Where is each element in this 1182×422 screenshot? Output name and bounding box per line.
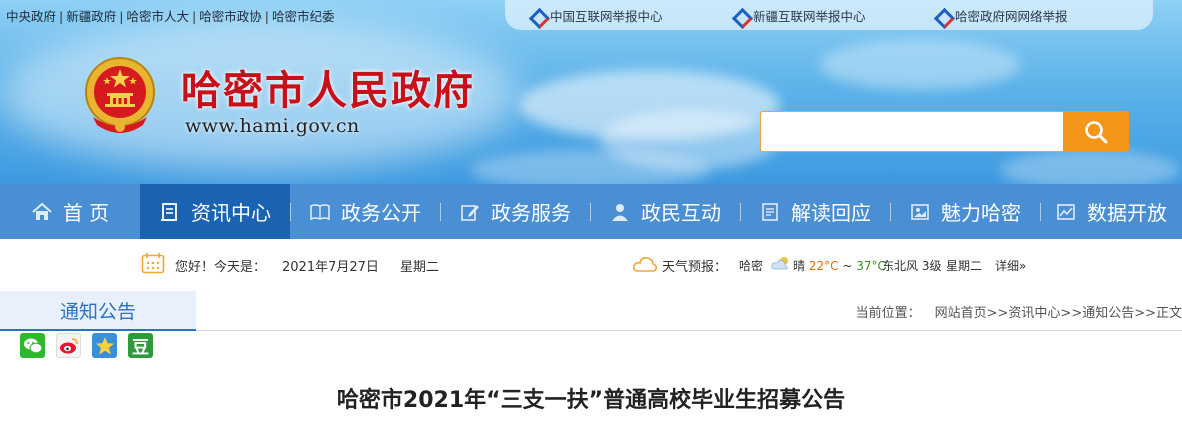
report-diamond-icon xyxy=(530,9,544,23)
weather-range-sep: ~ xyxy=(842,259,853,273)
nav-item-open-data[interactable]: 数据开放 xyxy=(1040,184,1182,239)
header-banner: 中央政府 | 新疆政府 | 哈密市人大 | 哈密市政协 | 哈密市纪委 中国互联网举报中心 新疆… xyxy=(0,0,1182,184)
person-icon xyxy=(612,203,628,221)
site-title[interactable]: 哈密市人民政府 xyxy=(181,58,475,116)
weather-label: 天气预报： xyxy=(662,260,728,275)
nav-item-interpretation[interactable]: 解读回应 xyxy=(740,184,890,239)
search-icon xyxy=(1085,120,1108,143)
chart-icon xyxy=(1057,203,1075,220)
site-url: www.hami.gov.cn xyxy=(185,115,360,137)
article-title: 哈密市2021年“三支一扶”普通高校毕业生招募公告 xyxy=(336,388,846,413)
nav-item-label: 政务服务 xyxy=(491,201,571,225)
nav-item-charm-hami[interactable]: 魅力哈密 xyxy=(890,184,1040,239)
top-link-central-gov[interactable]: 中央政府 xyxy=(6,9,56,24)
wechat-icon xyxy=(23,338,42,353)
qzone-icon xyxy=(95,336,114,354)
report-diamond-icon xyxy=(935,9,949,23)
top-links: 中央政府 | 新疆政府 | 哈密市人大 | 哈密市政协 | 哈密市纪委 xyxy=(6,6,334,25)
nav-item-label: 解读回应 xyxy=(791,201,871,225)
sunny-cloud-icon xyxy=(771,257,788,270)
report-links-bar: 中国互联网举报中心 新疆互联网举报中心 哈密政府网网络举报 xyxy=(505,0,1153,30)
weather-day: 星期二 xyxy=(946,259,983,273)
search-input[interactable] xyxy=(760,111,1064,152)
share-douban-button[interactable]: 豆 xyxy=(128,333,153,358)
weather-cloud-icon xyxy=(633,257,657,272)
nav-item-label: 政务公开 xyxy=(341,201,421,225)
banner-cloud xyxy=(820,40,1020,90)
divider: | xyxy=(264,9,269,24)
top-link-xinjiang-gov[interactable]: 新疆政府 xyxy=(66,9,116,24)
breadcrumb: 当前位置： 网站首页>>资讯中心>>通知公告>>正文 xyxy=(856,302,1182,321)
top-link-hami-cppcc[interactable]: 哈密市政协 xyxy=(199,9,262,24)
nav-item-label: 资讯中心 xyxy=(191,201,271,225)
report-diamond-icon xyxy=(733,9,747,23)
share-wechat-button[interactable] xyxy=(20,333,45,358)
banner-cloud xyxy=(1000,150,1180,184)
report-link-label: 新疆互联网举报中心 xyxy=(753,9,866,24)
nav-item-label: 政民互动 xyxy=(641,201,721,225)
nav-item-home[interactable]: 首 页 xyxy=(0,184,140,239)
current-weekday: 星期二 xyxy=(400,260,440,275)
divider: | xyxy=(191,9,197,24)
report-link-hami[interactable]: 哈密政府网网络举报 xyxy=(935,6,1068,25)
nav-item-interaction[interactable]: 政民互动 xyxy=(590,184,740,239)
nav-item-gov-open[interactable]: 政务公开 xyxy=(290,184,440,239)
weather-wind: 东北风 3级 xyxy=(882,259,942,273)
national-emblem-icon xyxy=(85,57,155,133)
share-bar: 豆 xyxy=(20,333,153,358)
nav-item-label: 魅力哈密 xyxy=(941,201,1021,225)
weather-forecast: 晴 22°C ~ 37°C xyxy=(793,257,886,274)
main-nav: 首 页 资讯中心 政务公开 政务服务 政民互动 解读回应 魅力哈密 数据开放 xyxy=(0,184,1182,239)
search-button[interactable] xyxy=(1063,111,1129,152)
share-qzone-button[interactable] xyxy=(92,333,117,358)
report-link-label: 中国互联网举报中心 xyxy=(550,9,663,24)
weather-detail-link[interactable]: 详细» xyxy=(995,257,1026,274)
breadcrumb-path[interactable]: 网站首页>>资讯中心>>通知公告>>正文 xyxy=(935,306,1182,321)
edit-icon xyxy=(461,204,479,221)
photo-icon xyxy=(911,203,929,220)
home-icon xyxy=(32,202,52,220)
section-bar: 通知公告 当前位置： 网站首页>>资讯中心>>通知公告>>正文 xyxy=(0,291,1182,331)
document-icon xyxy=(762,202,778,221)
section-tab-notices[interactable]: 通知公告 xyxy=(0,291,196,331)
banner-cloud xyxy=(470,150,710,184)
weibo-icon xyxy=(59,337,78,353)
weather-temp-low: 22°C xyxy=(808,259,839,273)
nav-item-news[interactable]: 资讯中心 xyxy=(140,184,290,239)
nav-item-label: 数据开放 xyxy=(1087,201,1167,225)
top-link-hami-npc[interactable]: 哈密市人大 xyxy=(126,9,189,24)
info-row: 您好！今天是： 2021年7月27日 星期二 天气预报： 哈密 晴 22°C ~… xyxy=(0,239,1182,289)
report-link-xinjiang[interactable]: 新疆互联网举报中心 xyxy=(733,6,866,25)
book-icon xyxy=(310,203,330,220)
greeting-text: 您好！今天是： xyxy=(175,260,267,275)
nav-item-label: 首 页 xyxy=(62,201,110,225)
weather-city: 哈密 xyxy=(739,259,764,273)
nav-item-gov-service[interactable]: 政务服务 xyxy=(440,184,590,239)
current-date: 2021年7月27日 xyxy=(282,260,379,275)
report-link-china[interactable]: 中国互联网举报中心 xyxy=(530,6,663,25)
douban-icon: 豆 xyxy=(132,338,149,358)
share-weibo-button[interactable] xyxy=(56,333,81,358)
weather-condition: 晴 xyxy=(793,259,806,273)
news-icon xyxy=(161,202,177,221)
divider: | xyxy=(119,9,124,24)
divider: | xyxy=(59,9,64,24)
top-link-hami-discipline[interactable]: 哈密市纪委 xyxy=(272,9,335,24)
calendar-icon xyxy=(141,253,165,274)
breadcrumb-label: 当前位置： xyxy=(855,306,921,321)
report-link-label: 哈密政府网网络举报 xyxy=(955,9,1068,24)
